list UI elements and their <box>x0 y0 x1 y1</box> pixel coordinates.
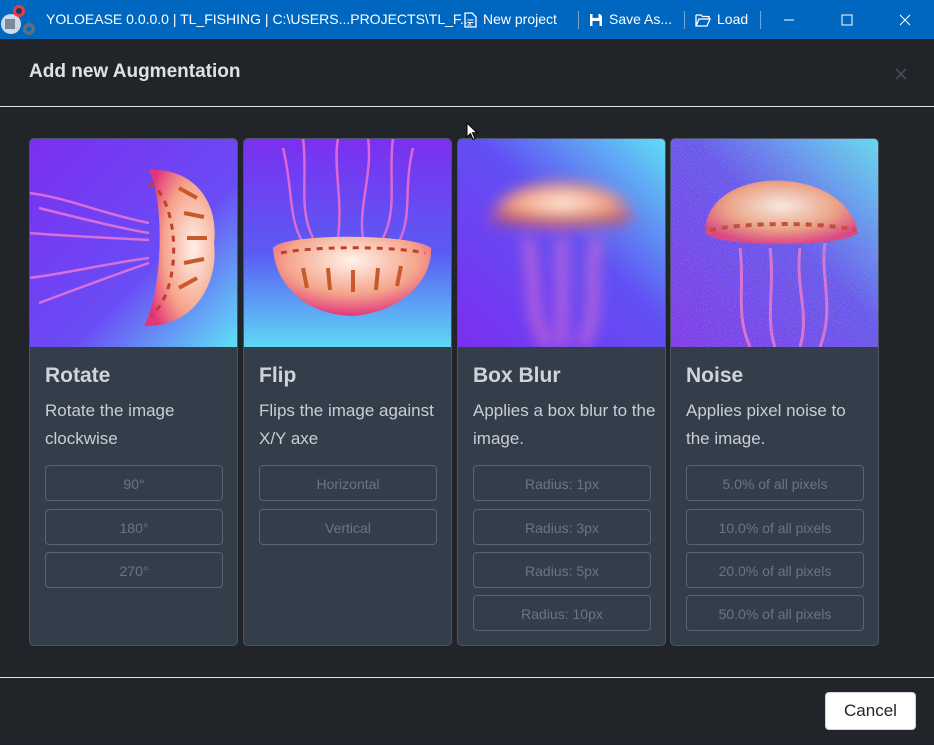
toolbar-divider <box>684 11 685 29</box>
modal-close-icon[interactable] <box>893 66 909 82</box>
flip-horizontal-button[interactable]: Horizontal <box>259 465 437 501</box>
app-logo-icon <box>1 5 35 35</box>
blur-radius-10-button[interactable]: Radius: 10px <box>473 595 651 631</box>
augmentation-card-noise: Noise Applies pixel noise to the image. … <box>670 138 879 646</box>
toolbar-divider <box>578 11 579 29</box>
card-title: Noise <box>686 364 744 387</box>
augmentation-modal: Add new Augmentation Rotate Rotate the i… <box>0 39 934 744</box>
window-titlebar: YOLOEASE 0.0.0.0 | TL_FISHING | C:\USERS… <box>0 0 934 39</box>
noise-20-button[interactable]: 20.0% of all pixels <box>686 552 864 588</box>
rotate-preview-image <box>30 139 237 347</box>
load-label: Load <box>717 11 749 27</box>
blur-radius-5-button[interactable]: Radius: 5px <box>473 552 651 588</box>
close-icon <box>899 14 911 25</box>
toolbar-divider <box>760 11 761 29</box>
cancel-button[interactable]: Cancel <box>825 692 916 730</box>
save-as-label: Save As... <box>609 11 673 27</box>
noise-50-button[interactable]: 50.0% of all pixels <box>686 595 864 631</box>
card-title: Box Blur <box>473 364 561 387</box>
new-project-button[interactable]: New project <box>464 0 557 39</box>
card-description: Applies a box blur to the image. <box>473 401 656 448</box>
modal-title: Add new Augmentation <box>29 61 241 82</box>
augmentation-card-flip: Flip Flips the image against X/Y axe Hor… <box>243 138 452 646</box>
noise-preview-image <box>671 139 878 347</box>
augmentation-card-rotate: Rotate Rotate the image clockwise 90° 18… <box>29 138 238 646</box>
minimize-button[interactable] <box>766 0 812 39</box>
modal-header: Add new Augmentation <box>0 39 934 107</box>
augmentation-card-box-blur: Box Blur Applies a box blur to the image… <box>457 138 666 646</box>
folder-open-icon <box>695 13 711 27</box>
card-description: Flips the image against X/Y axe <box>259 401 434 448</box>
flip-preview-image <box>244 139 451 347</box>
noise-10-button[interactable]: 10.0% of all pixels <box>686 509 864 545</box>
rotate-180-button[interactable]: 180° <box>45 509 223 545</box>
save-as-button[interactable]: Save As... <box>589 0 672 39</box>
rotate-90-button[interactable]: 90° <box>45 465 223 501</box>
window-title: YOLOEASE 0.0.0.0 | TL_FISHING | C:\USERS… <box>46 11 472 27</box>
card-description: Rotate the image clockwise <box>45 401 175 448</box>
modal-footer: Cancel <box>0 677 934 745</box>
rotate-270-button[interactable]: 270° <box>45 552 223 588</box>
card-title: Flip <box>259 364 297 387</box>
card-description: Applies pixel noise to the image. <box>686 401 846 448</box>
file-icon <box>464 11 477 28</box>
blur-radius-1-button[interactable]: Radius: 1px <box>473 465 651 501</box>
blur-radius-3-button[interactable]: Radius: 3px <box>473 509 651 545</box>
minimize-icon <box>784 19 794 20</box>
box-blur-preview-image <box>458 139 665 347</box>
window-close-button[interactable] <box>882 0 928 39</box>
mouse-cursor-icon <box>466 122 478 141</box>
flip-vertical-button[interactable]: Vertical <box>259 509 437 545</box>
save-icon <box>590 13 602 26</box>
maximize-button[interactable] <box>824 0 870 39</box>
maximize-icon <box>841 14 853 25</box>
noise-5-button[interactable]: 5.0% of all pixels <box>686 465 864 501</box>
new-project-label: New project <box>483 11 557 27</box>
load-button[interactable]: Load <box>695 0 748 39</box>
card-title: Rotate <box>45 364 111 387</box>
